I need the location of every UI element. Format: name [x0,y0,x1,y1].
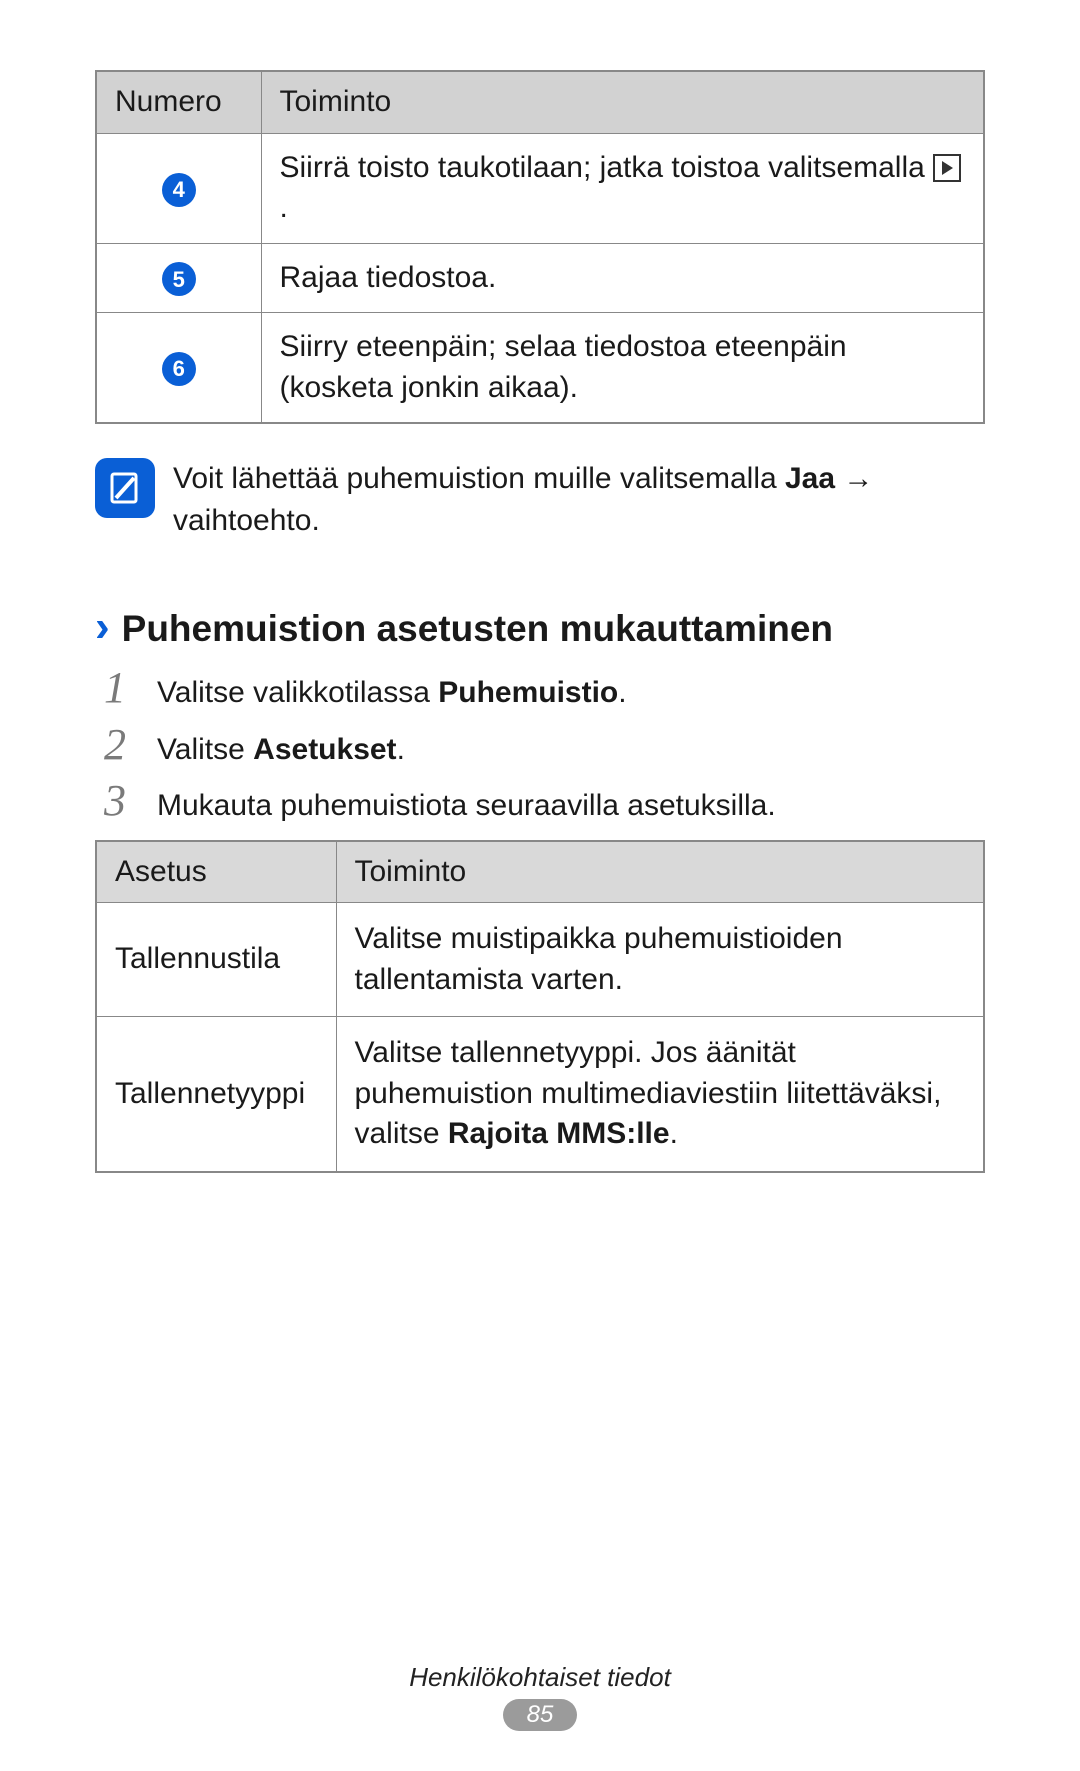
list-item: 3 Mukauta puhemuistiota seuraavilla aset… [95,779,985,828]
step-number: 2 [95,723,135,767]
function-text: Siirrä toisto taukotilaan; jatka toistoa… [280,151,934,184]
manual-page: Numero Toiminto 4 Siirrä toisto taukotil… [0,0,1080,1771]
note-icon [95,458,155,518]
setting-cell: Tallenn­etyyppi [96,1017,336,1172]
step-bold: Puhemuistio [438,676,618,709]
play-icon [933,154,961,182]
section-title: Puhemuistion asetusten mukauttaminen [122,608,833,650]
step-pre: Valitse valikkotilassa [157,676,438,709]
steps-list: 1 Valitse valikkotilassa Puhemuistio. 2 … [95,666,985,828]
step-number: 3 [95,779,135,823]
col-header-setting: Asetus [96,841,336,903]
page-number-badge: 85 [503,1699,578,1731]
note-bold: Jaa [785,462,835,495]
function-cell: Valitse tallennetyyppi. Jos äänität puhe… [336,1017,984,1172]
function-cell: Valitse muistipaikka puhemuistioiden tal… [336,903,984,1017]
table-row: 6 Siirry eteenpäin; selaa tiedostoa etee… [96,313,984,424]
table-row: 5 Rajaa tiedostoa. [96,243,984,313]
note-pre: Voit lähettää puhemuistion muille valits… [173,462,785,495]
step-pre: Mukauta puhemuistiota seuraavilla asetuk… [157,789,776,822]
step-text: Valitse Asetukset. [157,728,405,772]
col-header-function: Toiminto [336,841,984,903]
list-item: 2 Valitse Asetukset. [95,723,985,772]
step-post: . [397,733,405,766]
step-text: Mukauta puhemuistiota seuraavilla asetuk… [157,784,776,828]
col-header-number: Numero [96,71,261,133]
step-number: 1 [95,666,135,710]
table-row: Tallennustila Valitse muistipaikka puhem… [96,903,984,1017]
func-bold: Rajoita MMS:lle [448,1117,670,1150]
number-badge-icon: 4 [162,173,196,207]
table-row: Tallenn­etyyppi Valitse tallennetyyppi. … [96,1017,984,1172]
chevron-right-icon: › [95,602,110,652]
function-cell: Siirry eteenpäin; selaa tiedostoa eteenp… [261,313,984,424]
step-text: Valitse valikkotilassa Puhemuistio. [157,671,627,715]
step-post: . [618,676,626,709]
number-badge-icon: 6 [162,352,196,386]
note-text: Voit lähettää puhemuistion muille valits… [173,454,985,542]
col-header-function: Toiminto [261,71,984,133]
func-pre: Valitse muistipaikka puhemuistioiden tal… [355,922,843,996]
footer-section-title: Henkilökohtaiset tiedot [0,1662,1080,1693]
note-block: Voit lähettää puhemuistion muille valits… [95,454,985,542]
table-row: 4 Siirrä toisto taukotilaan; jatka toist… [96,133,984,243]
function-cell: Siirrä toisto taukotilaan; jatka toistoa… [261,133,984,243]
func-post: . [670,1117,678,1150]
function-table: Numero Toiminto 4 Siirrä toisto taukotil… [95,70,985,424]
page-footer: Henkilökohtaiset tiedot 85 [0,1662,1080,1731]
step-bold: Asetukset [253,733,396,766]
function-text-tail: . [280,191,288,224]
section-heading: › Puhemuistion asetusten mukauttaminen [95,602,985,652]
list-item: 1 Valitse valikkotilassa Puhemuistio. [95,666,985,715]
settings-table: Asetus Toiminto Tallennustila Valitse mu… [95,840,985,1173]
function-cell: Rajaa tiedostoa. [261,243,984,313]
setting-cell: Tallennustila [96,903,336,1017]
step-pre: Valitse [157,733,253,766]
number-badge-icon: 5 [162,262,196,296]
